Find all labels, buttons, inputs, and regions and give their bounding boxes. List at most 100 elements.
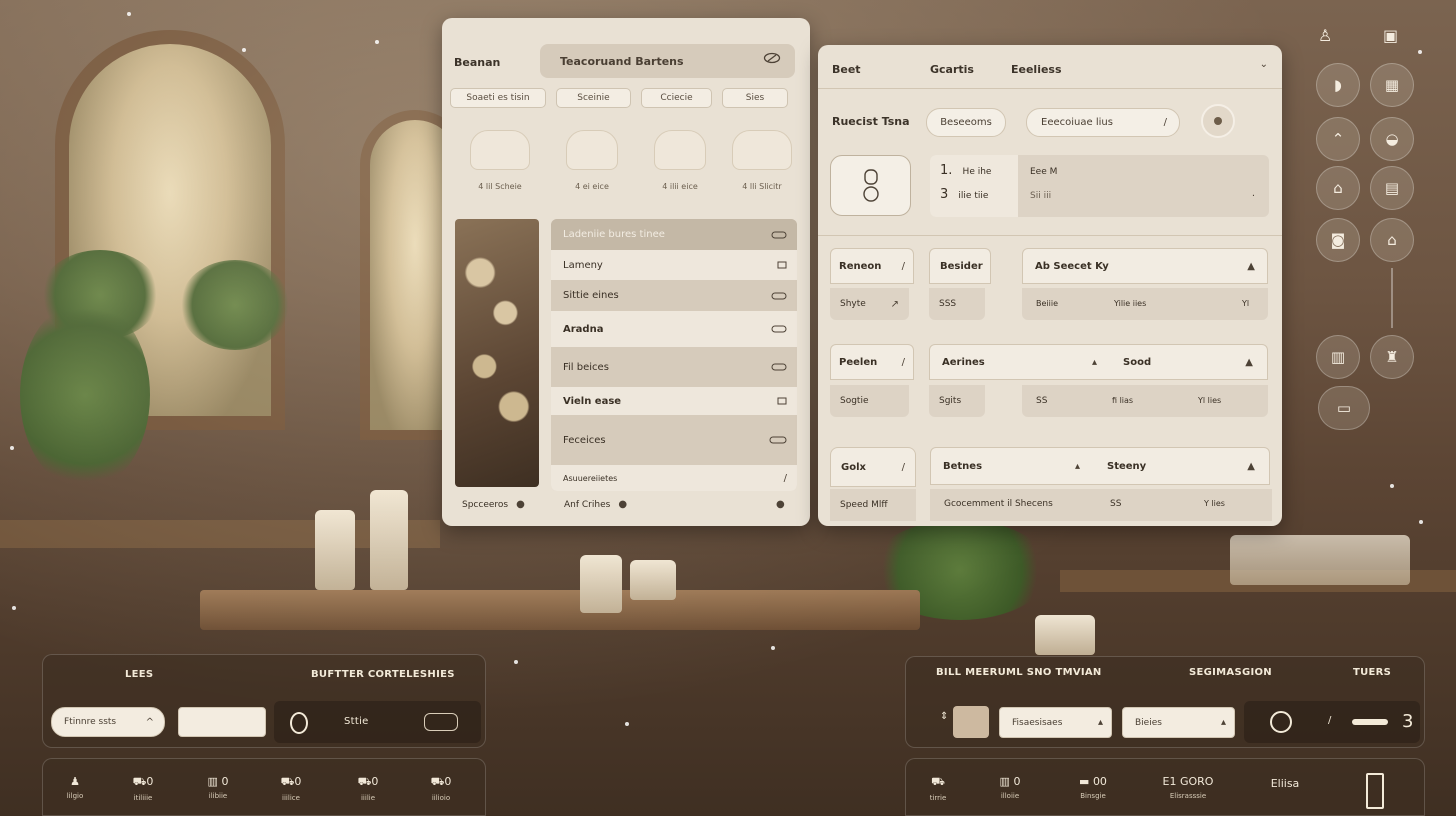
- tab-gcartis[interactable]: Gcartis: [930, 63, 974, 76]
- stat-label: lilgio: [66, 792, 84, 800]
- stat-item[interactable]: E1 GORO Elisrasssie: [1156, 775, 1220, 800]
- tab-4[interactable]: Sies: [722, 88, 788, 108]
- card-sub-label: Sogtie: [840, 396, 869, 406]
- stat-item[interactable]: ▥ 0 illoiie: [990, 775, 1030, 800]
- store-icon[interactable]: ⌂: [1316, 166, 1360, 210]
- door-icon[interactable]: [1366, 773, 1384, 809]
- card-col: Yilie iies: [1114, 299, 1147, 308]
- color-swatch[interactable]: [953, 706, 989, 738]
- footer-link-2[interactable]: Anf Crihes ●: [564, 499, 627, 510]
- more-icon[interactable]: ·: [1252, 191, 1255, 202]
- toggle-icon[interactable]: [771, 231, 787, 239]
- sparkle: [127, 12, 131, 16]
- tab-beet[interactable]: Beet: [832, 63, 861, 76]
- card-name-3[interactable]: Golx /: [830, 447, 916, 487]
- card-mid-sub-2: Sgits: [929, 385, 985, 417]
- card-mid-3[interactable]: Betnes ▴ Steeny ▲: [930, 447, 1270, 485]
- card-mid-2[interactable]: Aerines ▴ Sood ▲: [929, 344, 1268, 380]
- stat-item[interactable]: ♟ lilgio: [55, 775, 95, 800]
- circle-toggle-icon[interactable]: [1270, 711, 1292, 733]
- card-sub-row-3: Gcocemment il Shecens SS Y lies: [930, 489, 1272, 521]
- stat-value: 0: [146, 775, 154, 788]
- box-icon: ▥: [207, 775, 222, 788]
- pin-icon: ▲: [1247, 260, 1255, 272]
- footer-link-1[interactable]: Spcceeros ●: [462, 499, 525, 510]
- stat-item[interactable]: ▬ 00 Binsgie: [1068, 775, 1118, 800]
- field-chip[interactable]: Beseeoms: [926, 108, 1006, 137]
- edit-icon: /: [901, 260, 905, 272]
- stat-item[interactable]: ⛟0 iilioio: [421, 775, 461, 802]
- sort-arrows-icon[interactable]: ⇕: [940, 711, 948, 722]
- edit-icon: /: [1328, 715, 1332, 726]
- zero-toggle-icon[interactable]: [290, 712, 308, 734]
- search-input[interactable]: Fisaesisaes ▴: [999, 707, 1112, 738]
- title-pill[interactable]: Teacoruand Bartens: [540, 44, 795, 78]
- badge-2[interactable]: 4 ei eice: [560, 130, 624, 200]
- stat-item[interactable]: ⛟0 iiilie: [348, 775, 388, 802]
- list-item[interactable]: Aradna: [551, 311, 797, 347]
- cup-icon[interactable]: ◗: [1316, 63, 1360, 107]
- list-item[interactable]: Asuuereiietes /: [551, 465, 797, 491]
- heading-bill: BILL MEERUML SNO TMVIAN: [936, 667, 1102, 678]
- item-list: Ladeniie bures tinee Lameny Sittie eines…: [551, 219, 797, 491]
- tab-2[interactable]: Sceinie: [556, 88, 631, 108]
- stat-item[interactable]: ▥ 0 ilibiie: [198, 775, 238, 800]
- sparkle: [12, 606, 16, 610]
- card-name-1[interactable]: Reneon /: [830, 248, 914, 284]
- badge-3[interactable]: 4 ilii eice: [648, 130, 712, 200]
- bowl-icon[interactable]: ◒: [1370, 117, 1414, 161]
- badge-icon: [566, 130, 618, 170]
- stat-item[interactable]: Eliisa: [1260, 777, 1310, 790]
- card-sub-2[interactable]: Sogtie: [830, 385, 909, 417]
- list-item[interactable]: Sittie eines: [551, 280, 797, 311]
- card-name-2[interactable]: Peelen /: [830, 344, 914, 380]
- card-sub-1[interactable]: Shyte ↗: [830, 288, 909, 320]
- chat-icon: ●: [618, 499, 628, 510]
- search-input-value: Fisaesisaes: [1012, 717, 1063, 728]
- sparkle: [771, 646, 775, 650]
- card-wide-1[interactable]: Ab Seecet Ky ▲: [1022, 248, 1268, 284]
- sparkle: [375, 40, 379, 44]
- color-swatch-button[interactable]: [1201, 104, 1235, 138]
- stat-item[interactable]: ⛟0 iiilice: [271, 775, 311, 802]
- chat-icon[interactable]: ●: [776, 499, 785, 510]
- tab-3[interactable]: Cciecie: [641, 88, 712, 108]
- slider[interactable]: [1352, 719, 1388, 725]
- tower-icon[interactable]: ♜: [1370, 335, 1414, 379]
- jar-icon[interactable]: ◙: [1316, 218, 1360, 262]
- user-icon[interactable]: ♙: [1318, 26, 1332, 45]
- category-select[interactable]: Bieies ▴: [1122, 707, 1235, 738]
- avatar-card[interactable]: [830, 155, 911, 216]
- select-box[interactable]: [178, 707, 266, 737]
- ticket-icon[interactable]: [424, 713, 458, 731]
- chevron-up-icon[interactable]: ⌃: [1316, 117, 1360, 161]
- shop-icon[interactable]: ⌂: [1370, 218, 1414, 262]
- card-sub-3[interactable]: Speed Mlff: [830, 489, 916, 521]
- grid-icon[interactable]: ▤: [1370, 166, 1414, 210]
- box-icon[interactable]: ▦: [1370, 63, 1414, 107]
- square-icon: [777, 261, 787, 269]
- chart-icon[interactable]: ▥: [1316, 335, 1360, 379]
- list-item[interactable]: Lameny: [551, 250, 797, 280]
- badge-1[interactable]: 4 lil Scheie: [468, 130, 532, 200]
- list-item[interactable]: Feceices: [551, 415, 797, 465]
- stat-label: tirrie: [929, 794, 947, 802]
- stat-item[interactable]: ⛟0 itiliiie: [123, 775, 163, 802]
- list-item-label: Vieln ease: [563, 395, 622, 407]
- collapse-icon[interactable]: ⌄: [1260, 59, 1268, 70]
- tab-eeeliess[interactable]: Eeeliess: [1011, 63, 1062, 76]
- tab-1[interactable]: Soaeti es tisin: [450, 88, 546, 108]
- stat-item[interactable]: ⛟ tirrie: [918, 775, 958, 802]
- bag-icon[interactable]: ▣: [1383, 26, 1398, 45]
- toggle-icon: [771, 292, 787, 300]
- ticket-icon[interactable]: ▭: [1318, 386, 1370, 430]
- field-select[interactable]: Eeecoiuae lius /: [1026, 108, 1180, 137]
- badge-4[interactable]: 4 lli Slicitr: [730, 130, 794, 200]
- card-col: SS: [1036, 396, 1048, 406]
- card-mid-1[interactable]: Besider: [929, 248, 991, 284]
- card-name-label: Reneon: [839, 260, 882, 272]
- sparkle: [10, 446, 14, 450]
- filter-input[interactable]: Ftinnre ssts ^: [51, 707, 165, 737]
- list-item[interactable]: Vieln ease: [551, 387, 797, 415]
- list-item[interactable]: Fil beices: [551, 347, 797, 387]
